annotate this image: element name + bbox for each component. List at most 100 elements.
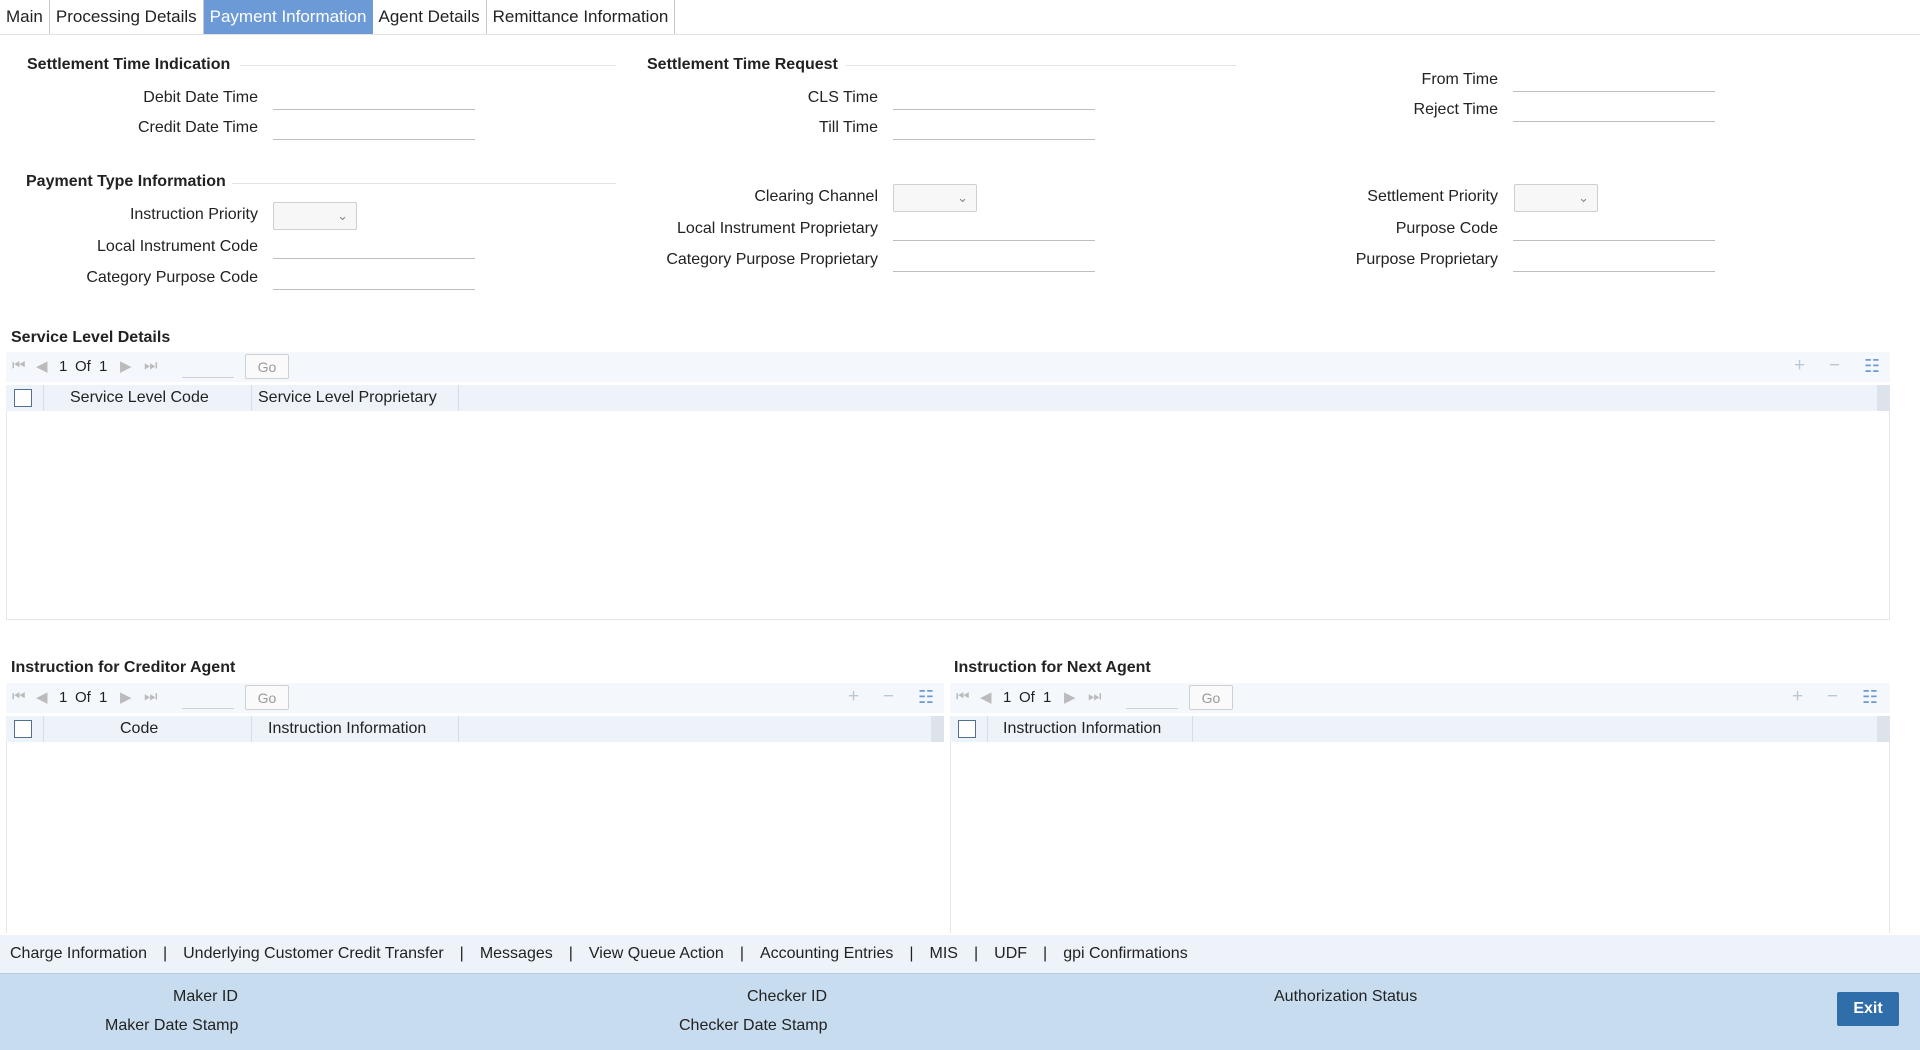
- col-instruction-information[interactable]: Instruction Information: [1003, 720, 1161, 738]
- link-underlying-customer-credit-transfer[interactable]: Underlying Customer Credit Transfer: [183, 945, 444, 963]
- go-button[interactable]: Go: [245, 685, 289, 710]
- settlement-priority-select[interactable]: ⌄: [1514, 184, 1598, 212]
- add-row-icon[interactable]: +: [1792, 686, 1803, 708]
- maker-id-label: Maker ID: [173, 988, 238, 1005]
- first-page-icon[interactable]: ⏮: [12, 357, 26, 374]
- column-separator: [1192, 716, 1193, 742]
- column-separator: [987, 716, 988, 742]
- credit-date-time-label: Credit Date Time: [137, 119, 258, 136]
- clearing-channel-select[interactable]: ⌄: [893, 184, 977, 212]
- list-view-icon[interactable]: ☷: [918, 687, 934, 708]
- tab-bar: Main Processing Details Payment Informat…: [0, 0, 676, 34]
- section-rule: [232, 183, 616, 184]
- chevron-down-icon: ⌄: [957, 190, 968, 205]
- page-of: Of: [75, 689, 91, 706]
- local-instrument-code-field[interactable]: [273, 235, 475, 259]
- link-accounting-entries[interactable]: Accounting Entries: [760, 945, 893, 963]
- next-page-icon[interactable]: ▶: [120, 688, 132, 706]
- link-messages[interactable]: Messages: [480, 945, 553, 963]
- go-button[interactable]: Go: [1189, 685, 1233, 710]
- tab-remittance-information[interactable]: Remittance Information: [487, 0, 676, 34]
- link-separator: |: [568, 945, 573, 962]
- creditor-agent-toolbar: ⏮ ◀ 1 Of 1 ▶ ⏭ Go + − ☷: [6, 683, 944, 713]
- chevron-down-icon: ⌄: [1578, 190, 1589, 205]
- service-level-grid-body: [6, 411, 1890, 620]
- page-total: 1: [99, 689, 108, 706]
- column-separator: [43, 385, 44, 411]
- reject-time-field[interactable]: [1513, 98, 1715, 122]
- till-time-field[interactable]: [893, 116, 1095, 140]
- debit-date-time-field[interactable]: [273, 86, 475, 110]
- scrollbar[interactable]: [931, 716, 944, 742]
- tab-divider: [0, 34, 1920, 35]
- tab-agent-details[interactable]: Agent Details: [373, 0, 487, 34]
- link-udf[interactable]: UDF: [994, 945, 1027, 963]
- add-row-icon[interactable]: +: [1794, 355, 1805, 377]
- list-view-icon[interactable]: ☷: [1864, 356, 1880, 377]
- select-all-checkbox[interactable]: [14, 389, 32, 407]
- local-instrument-proprietary-label: Local Instrument Proprietary: [677, 220, 878, 237]
- local-instrument-proprietary-field[interactable]: [893, 217, 1095, 241]
- first-page-icon[interactable]: ⏮: [956, 688, 970, 705]
- last-page-icon[interactable]: ⏭: [144, 688, 158, 705]
- col-service-level-proprietary[interactable]: Service Level Proprietary: [258, 389, 437, 407]
- scrollbar[interactable]: [1877, 385, 1890, 411]
- link-separator: |: [1043, 945, 1048, 962]
- credit-date-time-field[interactable]: [273, 116, 475, 140]
- tab-main[interactable]: Main: [0, 0, 50, 34]
- tab-payment-information[interactable]: Payment Information: [203, 0, 373, 34]
- prev-page-icon[interactable]: ◀: [36, 357, 48, 375]
- go-button[interactable]: Go: [245, 354, 289, 379]
- next-page-icon[interactable]: ▶: [1064, 688, 1076, 706]
- page-current: 1: [59, 358, 68, 375]
- col-instruction-information[interactable]: Instruction Information: [268, 720, 426, 738]
- first-page-icon[interactable]: ⏮: [12, 688, 26, 705]
- last-page-icon[interactable]: ⏭: [144, 357, 158, 374]
- instruction-priority-select[interactable]: ⌄: [273, 202, 357, 230]
- exit-button[interactable]: Exit: [1837, 992, 1899, 1026]
- prev-page-icon[interactable]: ◀: [980, 688, 992, 706]
- category-purpose-code-label: Category Purpose Code: [86, 269, 258, 286]
- purpose-code-field[interactable]: [1513, 217, 1715, 241]
- link-charge-information[interactable]: Charge Information: [10, 945, 147, 963]
- col-service-level-code[interactable]: Service Level Code: [70, 389, 209, 407]
- add-row-icon[interactable]: +: [848, 686, 859, 708]
- prev-page-icon[interactable]: ◀: [36, 688, 48, 706]
- creditor-agent-header: Code Instruction Information: [6, 716, 931, 742]
- list-view-icon[interactable]: ☷: [1862, 687, 1878, 708]
- select-all-checkbox[interactable]: [958, 720, 976, 738]
- from-time-field[interactable]: [1513, 68, 1715, 92]
- maker-date-stamp-label: Maker Date Stamp: [105, 1017, 239, 1034]
- category-purpose-code-field[interactable]: [273, 266, 475, 290]
- page-current: 1: [1003, 689, 1012, 706]
- page-number-input[interactable]: [1126, 685, 1178, 709]
- tab-processing-details[interactable]: Processing Details: [50, 0, 204, 34]
- page-number-input[interactable]: [182, 685, 234, 709]
- link-gpi-confirmations[interactable]: gpi Confirmations: [1063, 945, 1188, 963]
- next-page-icon[interactable]: ▶: [120, 357, 132, 375]
- purpose-code-label: Purpose Code: [1395, 220, 1498, 237]
- next-agent-title: Instruction for Next Agent: [954, 659, 1151, 676]
- select-all-checkbox[interactable]: [14, 720, 32, 738]
- delete-row-icon[interactable]: −: [1827, 686, 1838, 708]
- page-number-input[interactable]: [182, 354, 234, 378]
- purpose-proprietary-field[interactable]: [1513, 248, 1715, 272]
- link-mis[interactable]: MIS: [930, 945, 958, 963]
- scrollbar[interactable]: [1877, 716, 1890, 742]
- link-separator: |: [162, 945, 168, 962]
- audit-footer: Maker ID Maker Date Stamp Checker ID Che…: [0, 973, 1920, 1050]
- delete-row-icon[interactable]: −: [1829, 355, 1840, 377]
- local-instrument-code-label: Local Instrument Code: [97, 238, 258, 255]
- service-level-details-title: Service Level Details: [11, 329, 171, 346]
- delete-row-icon[interactable]: −: [883, 686, 894, 708]
- cls-time-field[interactable]: [893, 86, 1095, 110]
- last-page-icon[interactable]: ⏭: [1088, 688, 1102, 705]
- link-view-queue-action[interactable]: View Queue Action: [589, 945, 724, 963]
- column-separator: [458, 716, 459, 742]
- debit-date-time-label: Debit Date Time: [143, 89, 258, 106]
- category-purpose-proprietary-field[interactable]: [893, 248, 1095, 272]
- col-code[interactable]: Code: [120, 720, 158, 738]
- link-separator: |: [739, 945, 744, 962]
- settlement-priority-label: Settlement Priority: [1367, 188, 1498, 205]
- page-current: 1: [59, 689, 68, 706]
